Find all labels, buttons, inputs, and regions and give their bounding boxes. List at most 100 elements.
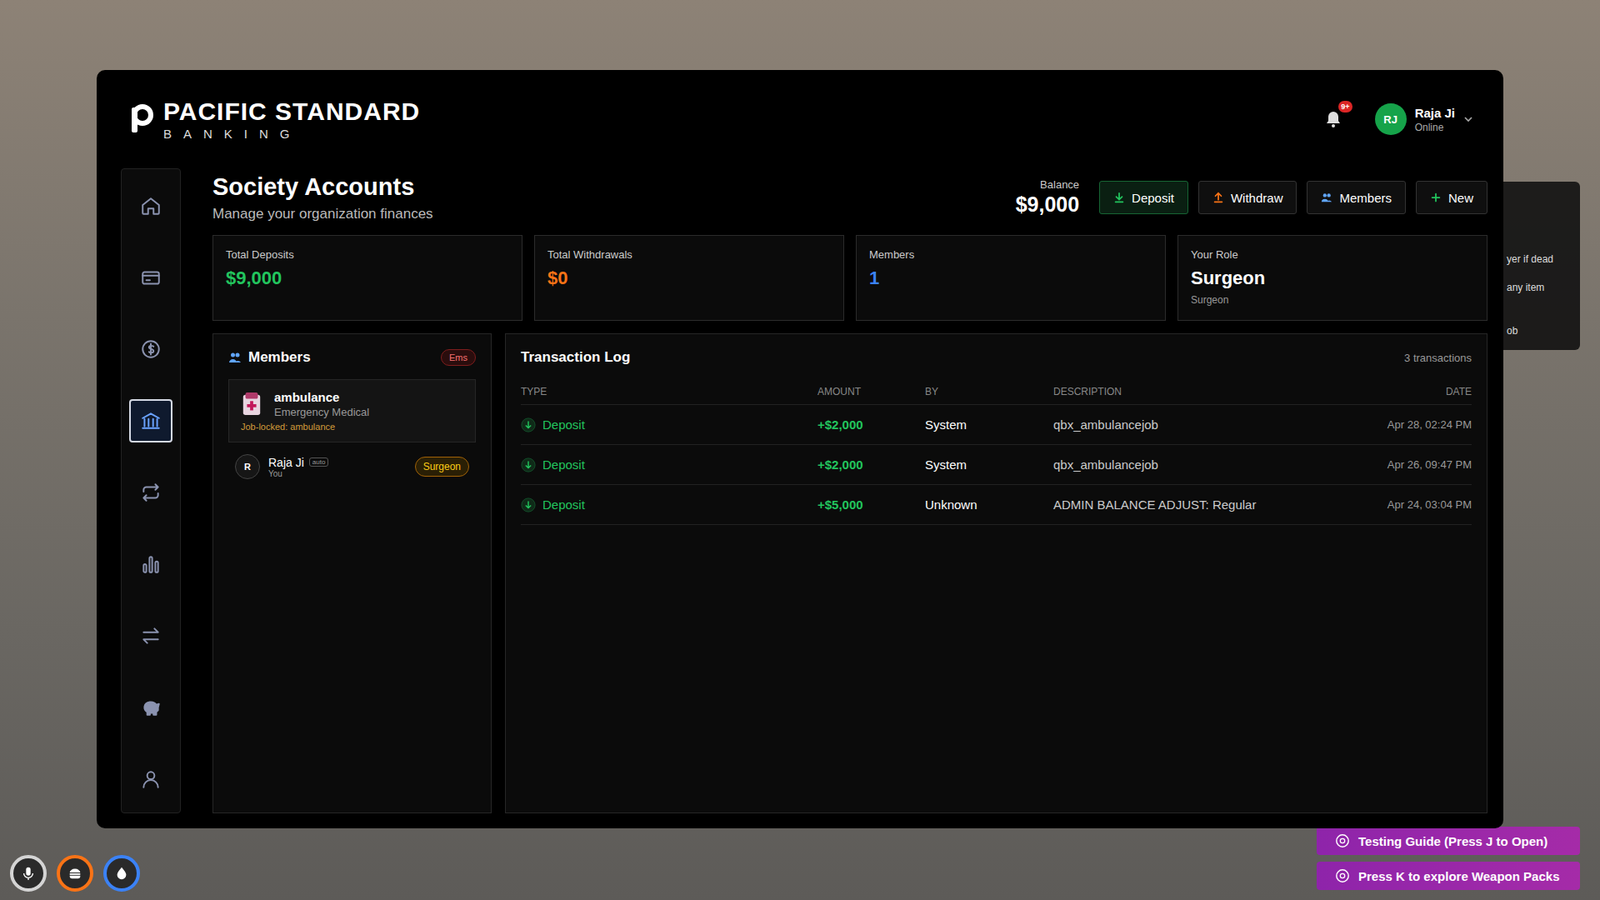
user-avatar: RJ (1375, 103, 1407, 135)
stats-row: Total Deposits$9,000Total Withdrawals$0M… (212, 235, 1488, 321)
deposit-arrow-icon (520, 417, 536, 433)
stat-card: Members 1 (855, 235, 1166, 321)
notification-button[interactable]: 9+ (1321, 107, 1345, 131)
balance-label: Balance (1015, 178, 1080, 191)
hud-button[interactable]: Testing Guide (Press J to Open) (1316, 826, 1580, 855)
transaction-row[interactable]: Deposit+$2,000Systemqbx_ambulancejobApr … (520, 445, 1472, 485)
stat-card: Total Withdrawals$0 (534, 235, 845, 321)
transaction-type: Deposit (542, 457, 585, 472)
sidebar-item[interactable] (129, 542, 173, 586)
brand: PACIFIC STANDARDBANKING (128, 97, 420, 141)
user-status: Online (1415, 121, 1455, 134)
members-icon (1320, 191, 1333, 204)
column-header: DESCRIPTION (1053, 385, 1330, 398)
header: PACIFIC STANDARDBANKING 9+ RJ Raja JiOnline (96, 70, 1504, 169)
members-title: Members (248, 349, 311, 366)
stat-label: Members (869, 248, 1153, 261)
food-icon (67, 865, 83, 881)
stat-card: Your RoleSurgeonSurgeon (1177, 235, 1488, 321)
background-window-line: ob (1506, 325, 1580, 337)
members-button[interactable]: Members (1306, 180, 1406, 215)
transaction-count: 3 transactions (1404, 351, 1472, 365)
transfer-icon (140, 625, 162, 647)
hud-button[interactable]: Press K to explore Weapon Packs (1316, 861, 1580, 890)
transaction-amount: +$2,000 (817, 417, 925, 432)
member-row[interactable]: R Raja Ji auto You Surgeon (228, 442, 476, 491)
stat-label: Your Role (1190, 248, 1475, 261)
stat-card: Total Deposits $9,000 (212, 235, 523, 321)
sidebar-item[interactable] (129, 399, 173, 443)
member-role: Surgeon (415, 456, 470, 477)
sidebar (120, 168, 181, 814)
transaction-date: Apr 28, 02:24 PM (1330, 418, 1472, 431)
stat-value: Surgeon (1190, 267, 1475, 290)
column-header: DATE (1330, 385, 1472, 398)
account-card[interactable]: ambulanceEmergency Medical Job-locked: am… (228, 379, 476, 443)
balance: Balance$9,000 (1015, 178, 1080, 217)
hud-mic (10, 855, 47, 892)
game-scene: yer if deadany itemobPACIFIC STANDARDBAN… (0, 0, 1600, 900)
page-title: Society Accounts (212, 173, 434, 201)
transaction-type: Deposit (542, 497, 585, 512)
transaction-amount: +$5,000 (817, 497, 925, 512)
account-name: ambulance (274, 390, 370, 405)
members-icon (228, 350, 242, 365)
member-avatar: R (235, 454, 260, 480)
transaction-row[interactable]: Deposit+$5,000UnknownADMIN BALANCE ADJUS… (520, 485, 1472, 525)
table-header: TYPEAMOUNTBYDESCRIPTIONDATE (520, 385, 1472, 405)
withdraw-icon (1212, 191, 1225, 204)
background-window-line: any item (1506, 281, 1580, 294)
bell-icon (1323, 109, 1344, 130)
logo-icon (128, 102, 154, 136)
info-icon (1335, 868, 1350, 884)
column-header: TYPE (520, 385, 818, 398)
user-name: Raja Ji (1415, 105, 1455, 120)
sidebar-item[interactable] (129, 685, 173, 730)
info-icon (1335, 833, 1350, 849)
transaction-row[interactable]: Deposit+$2,000Systemqbx_ambulancejobApr … (520, 405, 1472, 445)
transaction-description: qbx_ambulancejob (1053, 417, 1330, 432)
deposit-button[interactable]: Deposit (1099, 180, 1189, 215)
account-type: Emergency Medical (274, 405, 370, 419)
stat-label: Total Deposits (225, 248, 510, 261)
job-lock-label: Job-locked: ambulance (240, 421, 464, 432)
brand-subtitle: BANKING (163, 126, 420, 141)
user-menu[interactable]: RJ Raja JiOnline (1375, 103, 1474, 135)
ambulance-icon (240, 391, 263, 417)
new-button[interactable]: New (1415, 180, 1488, 215)
withdraw-button[interactable]: Withdraw (1198, 180, 1298, 215)
member-badge: auto (309, 457, 330, 467)
deposit-icon (1113, 191, 1125, 204)
water-icon (114, 865, 130, 881)
user-icon (140, 768, 162, 790)
transaction-date: Apr 26, 09:47 PM (1330, 458, 1472, 471)
chevron-down-icon (1463, 114, 1474, 125)
sidebar-item[interactable] (129, 327, 173, 371)
chart-icon (140, 553, 162, 575)
repeat-icon (140, 481, 162, 504)
page-subtitle: Manage your organization finances (212, 205, 434, 223)
transaction-by: Unknown (925, 497, 1054, 512)
transaction-description: qbx_ambulancejob (1053, 457, 1330, 472)
sidebar-item[interactable] (129, 757, 173, 801)
sidebar-item[interactable] (129, 184, 173, 228)
new-icon (1430, 191, 1442, 204)
transaction-date: Apr 24, 03:04 PM (1330, 498, 1472, 511)
sidebar-item[interactable] (129, 614, 173, 658)
transaction-log: Transaction Log3 transactionsTYPEAMOUNTB… (505, 333, 1488, 814)
balance-value: $9,000 (1015, 192, 1080, 217)
stat-value: 1 (869, 267, 1153, 290)
content: Society Accounts Manage your organization… (212, 168, 1488, 814)
deposit-arrow-icon (520, 497, 536, 513)
sidebar-item[interactable] (129, 255, 173, 300)
transaction-amount: +$2,000 (817, 457, 925, 472)
sidebar-item[interactable] (129, 470, 173, 515)
member-note: You (268, 469, 407, 479)
brand-title: PACIFIC STANDARD (163, 97, 420, 125)
members-panel: MembersEmsambulanceEmergency MedicalJob-… (212, 333, 492, 814)
column-header: BY (925, 385, 1054, 398)
dollar-icon (140, 338, 162, 360)
bank-icon (140, 410, 162, 432)
member-name: Raja Ji (268, 455, 305, 470)
stat-value: $9,000 (225, 267, 510, 290)
